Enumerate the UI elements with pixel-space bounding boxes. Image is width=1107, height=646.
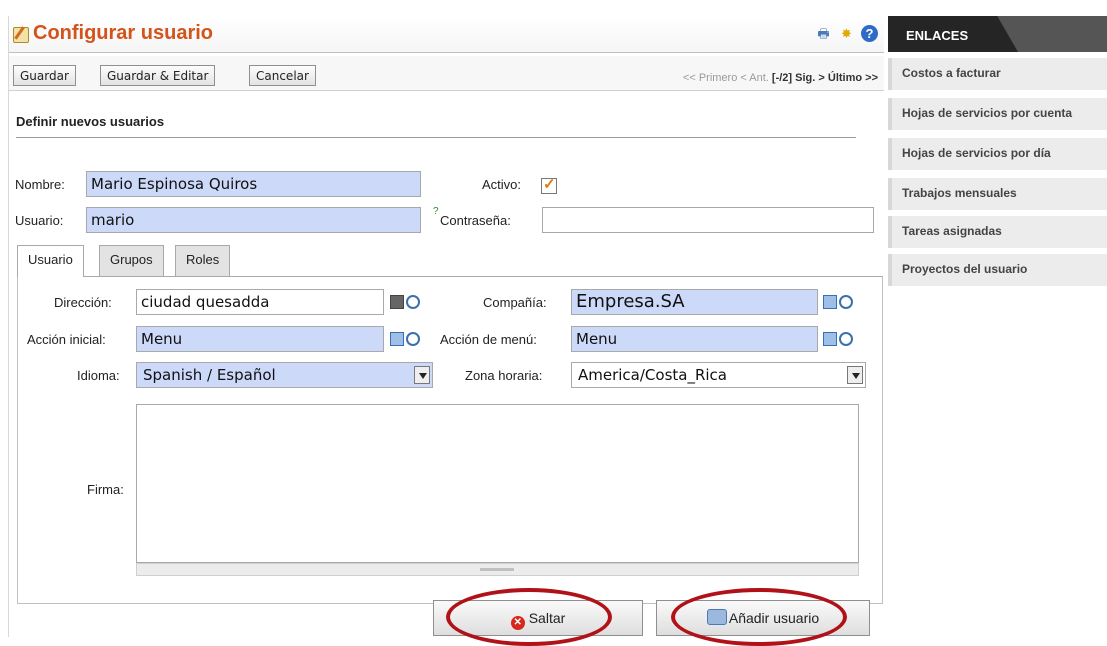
company-buttons bbox=[823, 295, 853, 309]
pager-first-link[interactable]: << Primero bbox=[683, 72, 737, 84]
initial-action-buttons bbox=[390, 332, 420, 346]
toolbar: Guardar Guardar & Editar Cancelar << Pri… bbox=[9, 56, 884, 91]
edit-icon bbox=[13, 27, 29, 43]
print-icon[interactable]: 🖶 bbox=[815, 25, 832, 42]
main-panel: Configurar usuario 🖶 ✸ ? Guardar Guardar… bbox=[8, 16, 884, 646]
chevron-down-icon[interactable] bbox=[414, 366, 430, 384]
tab-roles[interactable]: Roles bbox=[175, 245, 231, 276]
section-title: Definir nuevos usuarios bbox=[16, 114, 165, 129]
folder-icon[interactable] bbox=[390, 295, 404, 309]
search-icon[interactable] bbox=[406, 332, 420, 346]
password-label: Contraseña: bbox=[440, 213, 511, 228]
skip-label: Saltar bbox=[528, 610, 566, 626]
search-icon[interactable] bbox=[839, 332, 853, 346]
links-sidebar: ENLACES Costos a facturar Hojas de servi… bbox=[888, 16, 1107, 637]
menu-action-buttons bbox=[823, 332, 853, 346]
pager-prev-link[interactable]: < Ant. bbox=[740, 72, 768, 84]
scrollbar-thumb[interactable] bbox=[480, 568, 514, 571]
active-checkbox[interactable] bbox=[541, 175, 557, 194]
add-user-label: Añadir usuario bbox=[728, 610, 820, 626]
link-hojas-por-cuenta[interactable]: Hojas de servicios por cuenta bbox=[888, 98, 1107, 130]
address-label: Dirección: bbox=[54, 295, 112, 310]
menu-action-label: Acción de menú: bbox=[440, 332, 537, 347]
user-label: Usuario: bbox=[15, 213, 64, 228]
add-user-button[interactable]: Añadir usuario bbox=[656, 600, 870, 636]
language-label: Idioma: bbox=[77, 368, 120, 383]
bug-icon[interactable]: ✸ bbox=[838, 25, 855, 42]
address-input[interactable]: ciudad quesadda bbox=[136, 289, 384, 315]
chevron-down-icon[interactable] bbox=[847, 366, 863, 384]
link-trabajos-mensuales[interactable]: Trabajos mensuales bbox=[888, 178, 1107, 210]
search-icon[interactable] bbox=[406, 295, 420, 309]
stop-icon: ✕ bbox=[510, 616, 525, 630]
link-costos-a-facturar[interactable]: Costos a facturar bbox=[888, 58, 1107, 90]
pager-current: [-/2] bbox=[771, 72, 793, 84]
tab-grupos[interactable]: Grupos bbox=[99, 245, 164, 276]
name-label: Nombre: bbox=[15, 177, 65, 192]
pager: << Primero < Ant. [-/2] Sig. > Último >> bbox=[683, 72, 878, 84]
save-edit-button[interactable]: Guardar & Editar bbox=[100, 65, 216, 86]
pager-next-link[interactable]: Sig. > bbox=[795, 72, 825, 84]
company-label: Compañía: bbox=[483, 295, 547, 310]
tab-usuario[interactable]: Usuario bbox=[17, 245, 84, 277]
links-title: ENLACES bbox=[906, 28, 969, 43]
signature-label: Firma: bbox=[87, 482, 124, 497]
pager-last-link[interactable]: Último >> bbox=[828, 72, 878, 84]
links-header: ENLACES bbox=[888, 16, 1107, 52]
password-input[interactable] bbox=[542, 207, 874, 233]
timezone-value: America/Costa_Rica bbox=[578, 366, 727, 384]
timezone-label: Zona horaria: bbox=[465, 368, 543, 383]
page-header: Configurar usuario 🖶 ✸ ? bbox=[9, 16, 884, 53]
save-button[interactable]: Guardar bbox=[13, 65, 76, 86]
header-icons: 🖶 ✸ ? bbox=[815, 25, 878, 42]
password-help-icon[interactable]: ? bbox=[433, 206, 439, 217]
skip-button[interactable]: ✕ Saltar bbox=[433, 600, 643, 636]
signature-scrollbar[interactable] bbox=[136, 563, 859, 576]
menu-action-input[interactable]: Menu bbox=[571, 326, 818, 352]
active-label: Activo: bbox=[482, 177, 522, 192]
folder-icon[interactable] bbox=[823, 295, 837, 309]
search-icon[interactable] bbox=[839, 295, 853, 309]
link-hojas-por-dia[interactable]: Hojas de servicios por día bbox=[888, 138, 1107, 170]
timezone-select[interactable]: America/Costa_Rica bbox=[571, 362, 866, 388]
section-divider bbox=[16, 137, 856, 138]
signature-textarea[interactable] bbox=[136, 404, 859, 563]
add-user-icon bbox=[706, 609, 727, 625]
cancel-button[interactable]: Cancelar bbox=[249, 65, 316, 86]
address-buttons bbox=[390, 295, 420, 309]
initial-action-input[interactable]: Menu bbox=[136, 326, 384, 352]
folder-icon[interactable] bbox=[390, 332, 404, 346]
help-icon[interactable]: ? bbox=[861, 25, 878, 42]
username-input[interactable]: mario bbox=[86, 207, 421, 233]
initial-action-label: Acción inicial: bbox=[27, 332, 106, 347]
language-select[interactable]: Spanish / Español bbox=[136, 362, 433, 388]
page-title: Configurar usuario bbox=[33, 22, 214, 44]
link-proyectos-del-usuario[interactable]: Proyectos del usuario bbox=[888, 254, 1107, 286]
link-tareas-asignadas[interactable]: Tareas asignadas bbox=[888, 216, 1107, 248]
company-input[interactable]: Empresa.SA bbox=[571, 289, 818, 315]
folder-icon[interactable] bbox=[823, 332, 837, 346]
name-input[interactable]: Mario Espinosa Quiros bbox=[86, 171, 421, 197]
language-value: Spanish / Español bbox=[143, 366, 276, 384]
